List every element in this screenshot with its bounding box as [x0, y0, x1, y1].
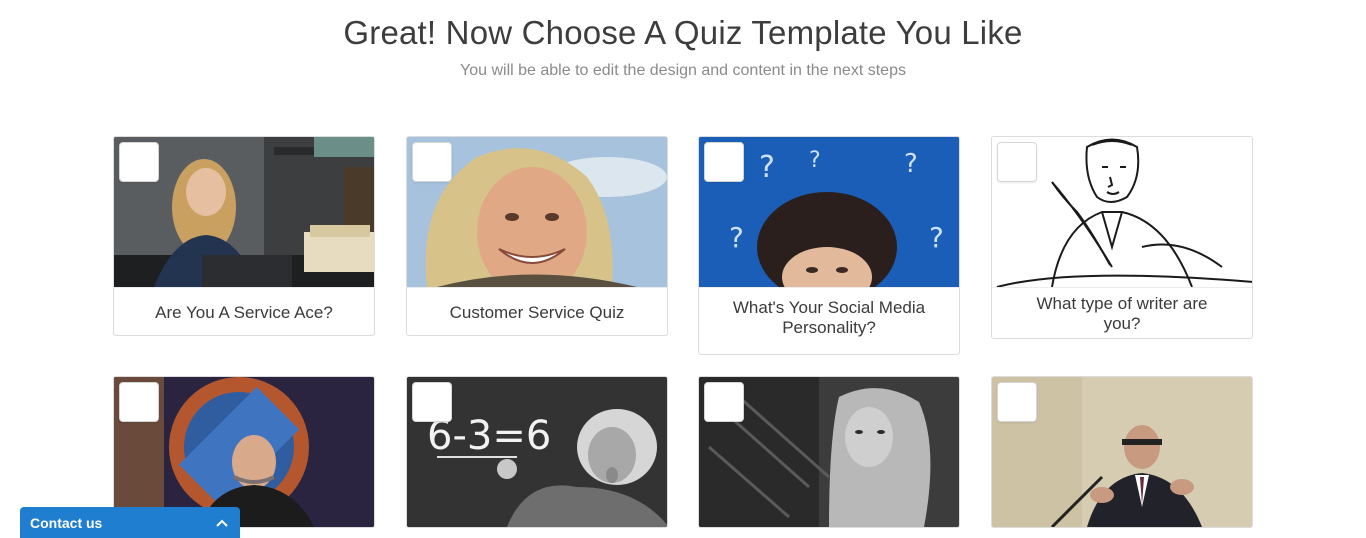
template-card[interactable] — [113, 376, 375, 528]
svg-text:?: ? — [759, 150, 775, 185]
template-title: What type of writer are you? — [992, 287, 1252, 338]
select-checkbox[interactable] — [704, 142, 744, 182]
select-checkbox[interactable] — [997, 142, 1037, 182]
template-card[interactable]: Are You A Service Ace? — [113, 136, 375, 336]
template-thumbnail: 6-3=6 — [407, 377, 667, 527]
select-checkbox[interactable] — [119, 142, 159, 182]
svg-text:?: ? — [929, 221, 944, 254]
template-thumbnail — [699, 377, 959, 527]
chevron-up-icon — [216, 516, 228, 530]
page-title: Great! Now Choose A Quiz Template You Li… — [343, 14, 1023, 51]
template-title: Customer Service Quiz — [407, 287, 667, 335]
svg-text:?: ? — [904, 149, 918, 179]
select-checkbox[interactable] — [119, 382, 159, 422]
template-card[interactable]: 6-3=6 — [406, 376, 668, 528]
contact-us-label: Contact us — [30, 514, 103, 531]
select-checkbox[interactable] — [412, 382, 452, 422]
template-thumbnail — [407, 137, 667, 287]
svg-text:?: ? — [809, 148, 821, 173]
svg-text:?: ? — [729, 221, 744, 254]
select-checkbox[interactable] — [412, 142, 452, 182]
template-title: Are You A Service Ace? — [114, 287, 374, 335]
template-card[interactable]: What type of writer are you? — [991, 136, 1253, 339]
quiz-template-page: Great! Now Choose A Quiz Template You Li… — [0, 0, 1366, 538]
template-thumbnail — [114, 137, 374, 287]
select-checkbox[interactable] — [704, 382, 744, 422]
page-subtitle: You will be able to edit the design and … — [460, 62, 906, 79]
template-card[interactable]: ? ? ? ? ? What's Your Social Media Perso… — [698, 136, 960, 355]
template-thumbnail — [992, 137, 1252, 287]
template-thumbnail — [992, 377, 1252, 527]
template-card[interactable]: Customer Service Quiz — [406, 136, 668, 336]
template-card[interactable] — [698, 376, 960, 528]
template-title: What's Your Social Media Personality? — [699, 287, 959, 354]
template-thumbnail — [114, 377, 374, 527]
template-card[interactable] — [991, 376, 1253, 528]
template-thumbnail: ? ? ? ? ? — [699, 137, 959, 287]
select-checkbox[interactable] — [997, 382, 1037, 422]
contact-us-tab[interactable]: Contact us — [20, 507, 240, 538]
